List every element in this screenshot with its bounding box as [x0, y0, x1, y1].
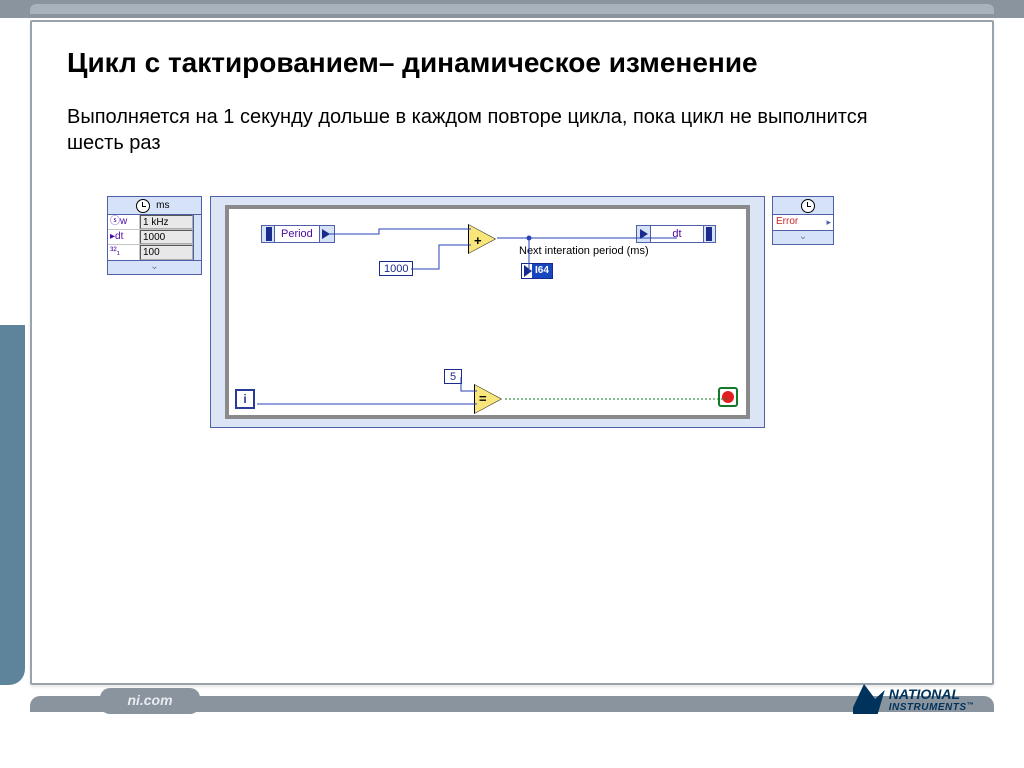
stop-terminal — [718, 387, 738, 407]
right-node-row: Error ▸ — [773, 215, 833, 230]
left-node-row-label: ▸dt — [108, 230, 140, 244]
equal-function: = — [475, 385, 505, 413]
left-node-row-value: 1000 — [140, 230, 193, 244]
add-function: + — [469, 225, 499, 251]
output-arrow-icon: ▸ — [826, 215, 833, 230]
left-node-row-label: ⓢw — [108, 215, 140, 229]
equals-icon: = — [479, 391, 487, 406]
timed-loop-right-node: Error ▸ ⌄ — [772, 196, 834, 245]
i64-indicator: I64 — [521, 263, 553, 279]
trademark-symbol: ™ — [967, 702, 975, 709]
left-node-header: ms — [108, 197, 201, 215]
left-node-row: ▸dt 1000 — [108, 230, 193, 245]
next-iteration-label: Next interation period (ms) — [519, 245, 649, 257]
left-node-row-label: ³²₁ — [108, 245, 140, 260]
timed-loop-structure: Period 1000 + Next interation period (ms… — [210, 196, 765, 428]
ni-eagle-icon — [853, 684, 885, 714]
dt-label: dt — [650, 226, 704, 242]
timed-loop-inner: Period 1000 + Next interation period (ms… — [225, 205, 750, 419]
plus-icon: + — [474, 233, 482, 248]
logo-line2: INSTRUMENTS — [889, 702, 967, 713]
constant-5: 5 — [444, 369, 462, 384]
slide-footer: ni.com NATIONAL INSTRUMENTS™ — [30, 696, 994, 756]
left-node-unit: ms — [156, 200, 169, 211]
stop-icon — [722, 391, 734, 403]
left-node-row-value: 100 — [140, 245, 193, 260]
left-node-row: ³²₁ 100 — [108, 245, 193, 260]
left-node-side — [193, 215, 201, 260]
node-left-bar — [266, 227, 272, 241]
left-node-row: ⓢw 1 kHz — [108, 215, 193, 230]
period-input-node: Period — [261, 225, 335, 243]
right-node-header — [773, 197, 833, 215]
logo-line1: NATIONAL — [889, 686, 960, 702]
slide-title: Цикл с тактированием– динамическое измен… — [67, 47, 957, 79]
slide-content: Цикл с тактированием– динамическое измен… — [30, 20, 994, 685]
slide-left-accent — [0, 20, 25, 685]
left-node-row-value: 1 kHz — [140, 215, 193, 229]
nicom-badge: ni.com — [100, 688, 200, 714]
slide-top-border-inner — [30, 4, 994, 14]
error-label: Error — [776, 215, 798, 230]
slide-subtitle: Выполняется на 1 секунду дольше в каждом… — [67, 104, 927, 156]
indicator-arrow-icon — [524, 265, 532, 277]
national-instruments-logo: NATIONAL INSTRUMENTS™ — [853, 684, 974, 714]
labview-diagram: ms ⓢw 1 kHz ▸dt 1000 ³²₁ 100 — [107, 196, 917, 456]
period-label: Period — [274, 226, 320, 242]
left-node-expand-icon: ⌄ — [108, 260, 201, 274]
iteration-terminal: i — [235, 389, 255, 409]
clock-icon — [136, 199, 150, 213]
clock-icon — [801, 199, 815, 213]
i64-label: I64 — [532, 264, 552, 278]
node-right-bar — [706, 227, 712, 241]
timed-loop-left-config-node: ms ⓢw 1 kHz ▸dt 1000 ³²₁ 100 — [107, 196, 202, 275]
constant-1000: 1000 — [379, 261, 413, 276]
input-arrow-icon — [640, 229, 648, 239]
slide-top-border — [0, 0, 1024, 18]
dt-output-node: dt — [636, 225, 716, 243]
output-arrow-icon — [322, 229, 330, 239]
right-node-expand-icon: ⌄ — [773, 230, 833, 244]
